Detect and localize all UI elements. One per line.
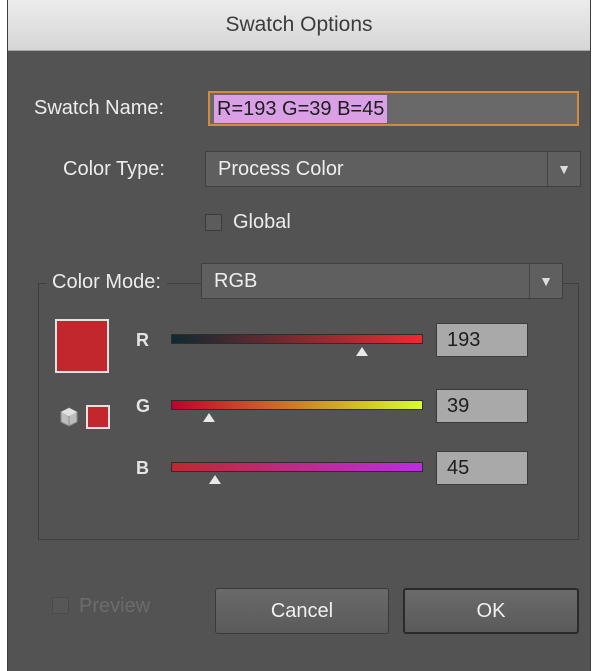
global-checkbox[interactable] bbox=[205, 214, 222, 231]
green-channel-label: G bbox=[136, 396, 151, 416]
blue-slider-thumb[interactable] bbox=[209, 475, 221, 484]
color-mode-dropdown[interactable]: RGB ▼ bbox=[201, 263, 563, 299]
out-of-gamut-swatch[interactable] bbox=[86, 405, 110, 429]
red-slider[interactable] bbox=[171, 334, 423, 344]
color-type-dropdown[interactable]: Process Color ▼ bbox=[205, 151, 581, 187]
blue-value-input[interactable]: 45 bbox=[436, 451, 528, 485]
blue-channel-label: B bbox=[136, 458, 149, 478]
swatch-options-dialog: Swatch Options Swatch Name: R=193 G=39 B… bbox=[7, 0, 591, 671]
swatch-name-input[interactable]: R=193 G=39 B=45 bbox=[208, 91, 579, 126]
color-mode-value: RGB bbox=[214, 270, 258, 292]
chevron-down-icon: ▼ bbox=[529, 264, 562, 298]
color-mode-label: Color Mode: bbox=[46, 271, 167, 294]
global-label: Global bbox=[233, 211, 291, 233]
red-value-input[interactable]: 193 bbox=[436, 323, 528, 357]
color-preview-swatch bbox=[55, 319, 109, 373]
chevron-down-icon: ▼ bbox=[547, 152, 580, 186]
blue-slider[interactable] bbox=[171, 462, 423, 472]
green-slider[interactable] bbox=[171, 400, 423, 410]
green-value-input[interactable]: 39 bbox=[436, 389, 528, 423]
green-slider-thumb[interactable] bbox=[203, 413, 215, 422]
swatch-name-label: Swatch Name: bbox=[34, 97, 165, 119]
color-type-value: Process Color bbox=[218, 158, 344, 180]
red-slider-thumb[interactable] bbox=[356, 347, 368, 356]
cancel-button[interactable]: Cancel bbox=[215, 588, 389, 634]
ok-button[interactable]: OK bbox=[403, 588, 579, 634]
red-channel-label: R bbox=[136, 330, 149, 350]
cube-icon[interactable] bbox=[58, 406, 80, 428]
preview-checkbox[interactable] bbox=[52, 597, 69, 614]
window-title: Swatch Options bbox=[8, 0, 590, 51]
color-type-label: Color Type: bbox=[63, 158, 165, 180]
swatch-name-value: R=193 G=39 B=45 bbox=[214, 95, 388, 123]
preview-label: Preview bbox=[79, 595, 151, 617]
